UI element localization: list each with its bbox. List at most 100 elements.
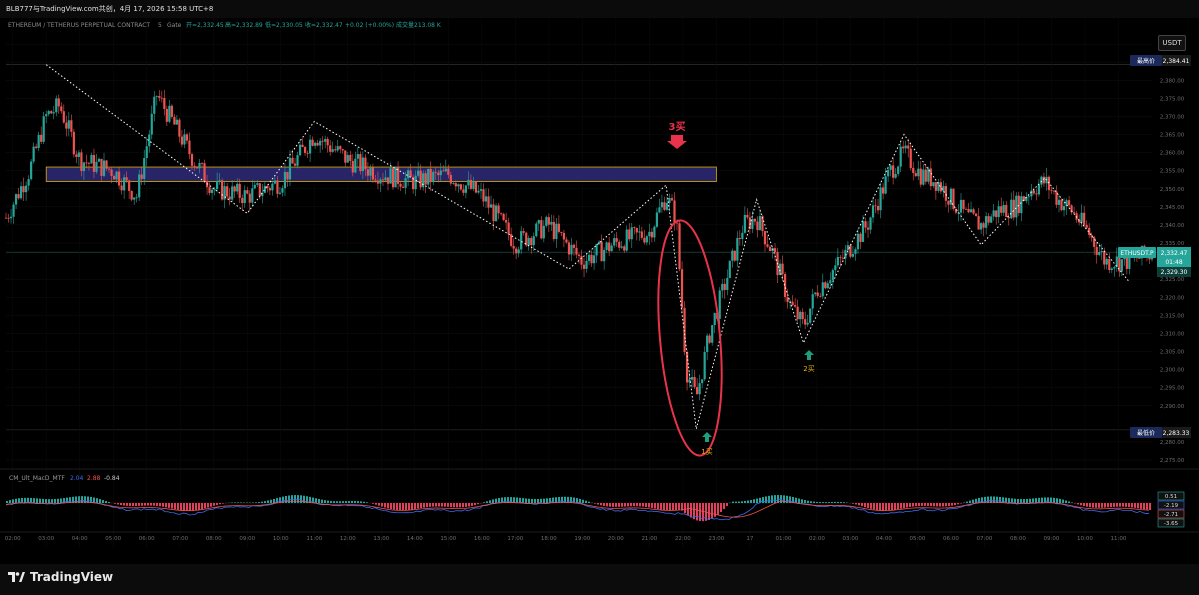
macd-histogram-bar — [678, 503, 680, 510]
macd-histogram-bar — [1095, 503, 1097, 508]
candle-body — [434, 171, 437, 173]
candle-body — [4, 217, 8, 219]
svg-text:2,384.41: 2,384.41 — [1163, 58, 1190, 65]
candle-body — [123, 177, 126, 191]
footer: TradingView — [0, 564, 1199, 595]
macd-histogram-bar — [927, 503, 929, 506]
price-tick-label: 2,380.00 — [1160, 78, 1185, 84]
candle-body — [45, 114, 48, 117]
candle-body — [253, 184, 256, 189]
candle-body — [680, 269, 684, 308]
macd-histogram-bar — [1065, 500, 1067, 503]
candle-body — [22, 186, 25, 193]
candle-body — [887, 169, 890, 177]
macd-histogram-bar — [543, 498, 545, 503]
candle-body — [851, 253, 855, 257]
candle-body — [1010, 199, 1013, 219]
macd-axis-value: -2.71 — [1164, 512, 1178, 518]
svg-text:最高价: 最高价 — [1137, 57, 1155, 65]
macd-histogram-bar — [363, 501, 365, 503]
candle-body — [55, 98, 58, 113]
macd-histogram-bar — [48, 499, 50, 503]
symbol-tag: ETHUSDT.P — [1120, 250, 1154, 257]
macd-histogram-bar — [1026, 498, 1028, 503]
candle-body — [947, 200, 950, 205]
tradingview-logo[interactable]: TradingView — [8, 570, 113, 584]
currency-button[interactable]: USDT — [1158, 35, 1186, 51]
macd-name: CM_Ult_MacD_MTF — [9, 475, 65, 482]
candle-body — [454, 183, 457, 187]
candle-body — [422, 173, 425, 188]
chart-area[interactable]: 2,390.002,385.002,380.002,375.002,370.00… — [0, 18, 1199, 564]
macd-histogram-bar — [594, 503, 596, 504]
candle-body — [902, 146, 905, 149]
candle-body — [932, 182, 935, 187]
candle-body — [892, 165, 895, 178]
time-tick-label: 08:00 — [206, 536, 222, 542]
macd-histogram-bar — [1125, 503, 1127, 507]
candle-body — [794, 305, 797, 307]
macd-histogram-bar — [177, 503, 179, 510]
candle-body — [623, 246, 626, 251]
macd-histogram-bar — [738, 501, 740, 503]
candle-body — [944, 186, 948, 201]
candle-body — [962, 199, 965, 209]
candle-body — [233, 186, 236, 192]
candle-body — [316, 142, 319, 146]
macd-histogram-bar — [417, 503, 419, 509]
time-tick-label: 19:00 — [574, 536, 590, 542]
macd-histogram-bar — [1068, 501, 1070, 503]
macd-histogram-bar — [1140, 503, 1142, 509]
candle-body — [246, 190, 249, 194]
macd-histogram-bar — [237, 502, 239, 503]
macd-pane[interactable]: 0.51 -2.19 -2.71 -3.65 — [0, 468, 1199, 528]
candle-body — [799, 311, 802, 320]
macd-histogram-bar — [120, 503, 122, 506]
candle-body — [575, 247, 578, 255]
candle-body — [580, 256, 583, 265]
candle-body — [268, 188, 271, 191]
time-tick-label: 02:00 — [809, 536, 825, 542]
macd-histogram-bar — [24, 497, 26, 503]
time-axis[interactable]: 02:00 03:00 04:00 05:00 06:00 07:00 08:00 09:00… — [0, 531, 1199, 542]
candle-body — [613, 238, 616, 246]
candle-body — [394, 166, 397, 188]
svg-text:2,283.33: 2,283.33 — [1163, 430, 1190, 437]
macd-histogram-bar — [435, 503, 437, 507]
macd-histogram-bar — [180, 503, 182, 511]
price-chart[interactable]: 2,390.002,385.002,380.002,375.002,370.00… — [0, 18, 1199, 564]
candle-body — [982, 223, 985, 228]
candle-body — [80, 152, 83, 172]
candle-body — [537, 220, 540, 224]
candle-body — [173, 116, 176, 125]
candle-body — [831, 270, 834, 281]
candle-body — [557, 223, 560, 232]
candle-body — [660, 202, 664, 208]
candle-body — [884, 176, 887, 194]
candle-body — [100, 158, 103, 176]
candle-body — [87, 162, 91, 164]
macd-histogram-bar — [534, 498, 536, 503]
candle-body — [683, 307, 686, 353]
macd-histogram-bar — [828, 502, 830, 503]
candle-body — [462, 189, 465, 193]
candle-body — [479, 189, 483, 191]
macd-axis-value: -2.19 — [1164, 503, 1179, 509]
candle-body — [690, 377, 694, 380]
highlight-ellipse — [657, 219, 723, 457]
share-header: BLB777与TradingView.com共创，4月 17, 2026 15:… — [0, 0, 1199, 18]
candle-body — [502, 213, 505, 221]
macd-histogram-bar — [354, 500, 356, 503]
candle-body — [964, 208, 968, 210]
candle-body — [349, 154, 352, 161]
candle-body — [417, 170, 420, 176]
candle-body — [65, 122, 68, 129]
macd-axis-value: 0.51 — [1165, 494, 1177, 500]
candle-body — [62, 111, 65, 123]
candle-body — [376, 180, 380, 184]
candle-body — [407, 170, 410, 179]
candle-body — [1093, 237, 1096, 247]
candle-body — [721, 283, 724, 291]
legend-exchange: Gate — [167, 22, 182, 29]
time-tick-label: 07:00 — [977, 536, 993, 542]
